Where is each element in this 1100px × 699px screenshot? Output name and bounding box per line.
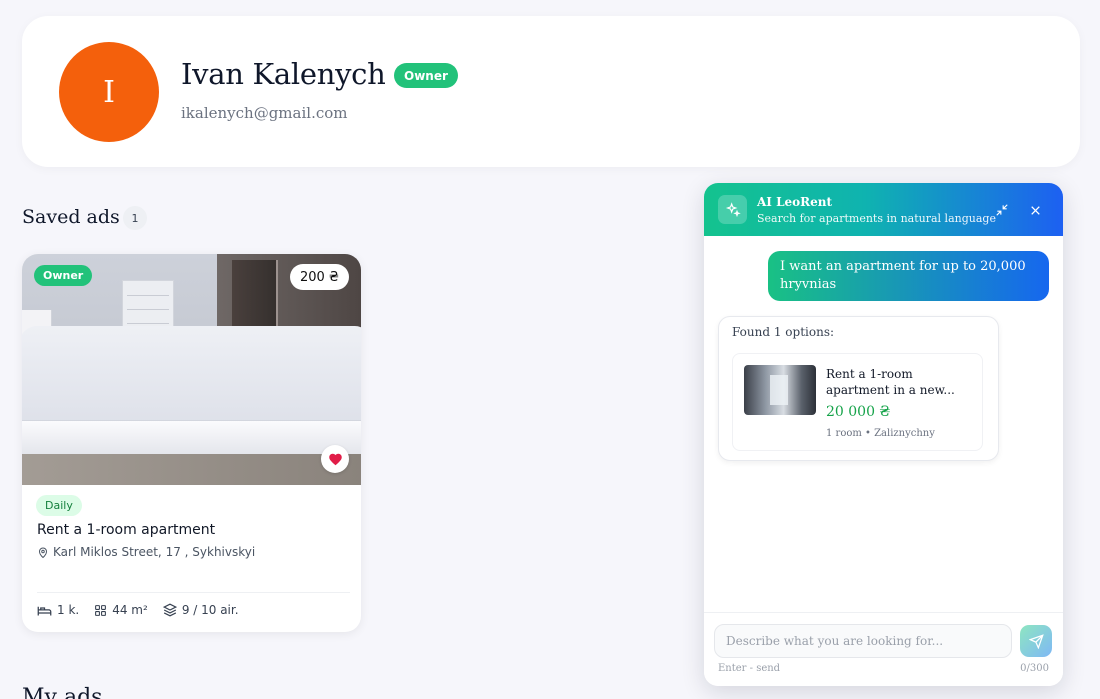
area-grid-icon xyxy=(95,604,107,616)
chat-footer: Enter - send 0/300 xyxy=(704,612,1063,686)
ad-photo[interactable]: Owner 200 ₴ xyxy=(22,254,361,485)
close-chat-button[interactable] xyxy=(1025,200,1045,220)
result-price: 20 000 ₴ xyxy=(826,404,891,420)
chat-title: AI LeoRent xyxy=(757,195,833,209)
owner-tag: Owner xyxy=(34,265,93,286)
char-counter: 0/300 xyxy=(1020,663,1049,674)
saved-ads-count: 1 xyxy=(123,206,147,230)
photo-bedframe xyxy=(22,420,361,454)
chat-header: AI LeoRent Search for apartments in natu… xyxy=(704,183,1063,236)
floor-stat: 9 / 10 air. xyxy=(162,603,239,617)
area-stat: 44 m² xyxy=(94,603,148,617)
photo-floor xyxy=(22,450,361,485)
avatar: I xyxy=(59,42,159,142)
ai-chat-panel: AI LeoRent Search for apartments in natu… xyxy=(704,183,1063,686)
layers-icon xyxy=(162,603,177,617)
heart-icon xyxy=(328,453,342,466)
profile-card: I Ivan Kalenych Owner ikalenych@gmail.co… xyxy=(22,16,1080,167)
rooms-value: 1 k. xyxy=(57,603,80,617)
location-pin-icon xyxy=(38,547,48,558)
ad-stats: 1 k. 44 m² 9 / 10 air. xyxy=(37,603,254,617)
minimize-button[interactable] xyxy=(992,200,1012,220)
result-title[interactable]: Rent a 1-room apartment in a new... xyxy=(826,366,976,398)
send-icon xyxy=(1028,633,1044,649)
send-hint: Enter - send xyxy=(718,663,781,674)
saved-ads-title: Saved ads xyxy=(22,206,120,228)
bot-message-text: Found 1 options: xyxy=(732,325,835,339)
sparkles-icon xyxy=(718,195,747,224)
ad-address: Karl Miklos Street, 17 , Sykhivskyi xyxy=(37,545,255,559)
send-button[interactable] xyxy=(1020,625,1052,657)
chat-subtitle: Search for apartments in natural languag… xyxy=(757,212,996,225)
profile-name: Ivan Kalenych xyxy=(181,57,386,91)
result-thumbnail xyxy=(744,365,816,415)
rent-type-tag: Daily xyxy=(36,495,82,516)
divider xyxy=(37,592,350,593)
favorite-button[interactable] xyxy=(321,445,349,473)
search-result-card[interactable]: Rent a 1-room apartment in a new... 20 0… xyxy=(732,353,983,451)
ad-address-text: Karl Miklos Street, 17 , Sykhivskyi xyxy=(53,545,256,559)
minimize-icon xyxy=(996,204,1008,216)
rooms-stat: 1 k. xyxy=(37,603,79,617)
price-badge: 200 ₴ xyxy=(289,264,349,290)
close-icon xyxy=(1030,205,1040,215)
bed-icon xyxy=(37,606,52,615)
area-value: 44 m² xyxy=(112,603,148,617)
user-message: I want an apartment for up to 20,000 hry… xyxy=(768,251,1049,301)
floor-value: 9 / 10 air. xyxy=(181,603,239,617)
bot-message: Found 1 options: Rent a 1-room apartment… xyxy=(718,316,999,461)
role-badge: Owner xyxy=(394,63,458,88)
result-meta: 1 room • Zaliznychny xyxy=(826,428,935,439)
chat-input[interactable] xyxy=(714,624,1012,658)
ad-card[interactable]: Owner 200 ₴ Daily Rent a 1-room apartmen… xyxy=(22,254,361,632)
ad-title[interactable]: Rent a 1-room apartment xyxy=(37,522,215,538)
profile-email: ikalenych@gmail.com xyxy=(181,104,348,122)
my-ads-title: My ads xyxy=(22,685,103,699)
